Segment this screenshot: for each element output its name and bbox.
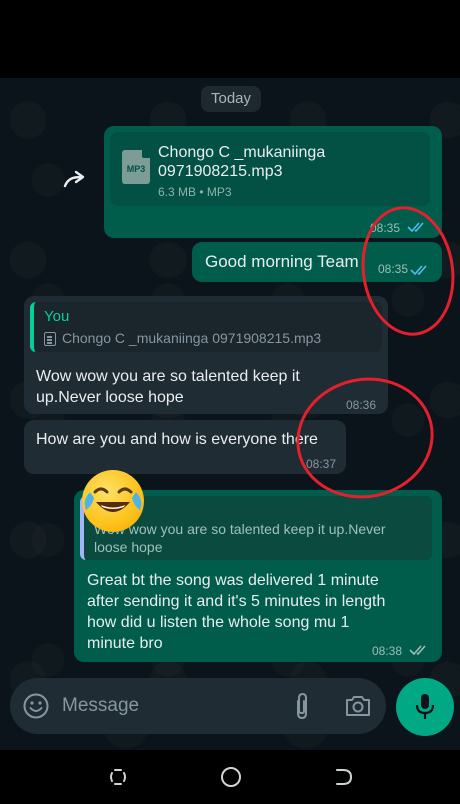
status-bar-area <box>0 0 460 78</box>
file-type-badge: MP3 <box>126 164 146 174</box>
message-text-line: minute bro <box>87 635 163 652</box>
emoji-face-icon <box>84 487 142 512</box>
document-icon <box>44 332 56 346</box>
message-time: 08:38 <box>372 644 403 658</box>
audio-file-card[interactable]: MP3 Chongo C _mukaniinga 0971908215.mp3 … <box>110 132 430 206</box>
camera-icon[interactable] <box>344 694 372 718</box>
emoji-icon[interactable] <box>22 692 50 720</box>
date-chip: Today <box>201 86 261 112</box>
message-text-line: Great bt the song was delivered 1 minute <box>87 572 379 589</box>
message-text-line: after sending it and it's 5 minutes in l… <box>87 593 386 610</box>
message-input[interactable]: Message <box>62 695 139 717</box>
message-input-bar[interactable]: Message <box>10 678 386 734</box>
system-navigation-bar <box>0 750 460 804</box>
mic-icon <box>415 694 435 719</box>
file-name: Chongo C _mukaniinga 0971908215.mp3 <box>158 144 326 180</box>
message-text: How are you and how is everyone there <box>36 431 318 448</box>
tears-of-joy-emoji-icon <box>82 470 144 532</box>
quoted-message[interactable]: You Chongo C _mukaniinga 0971908215.mp3 <box>30 302 382 352</box>
quote-text-line: loose hope <box>94 539 163 555</box>
message-text-line: how did u listen the whole song mu 1 <box>87 614 350 631</box>
back-icon[interactable] <box>332 765 356 789</box>
file-meta: 6.3 MB • MP3 <box>158 185 232 199</box>
mp3-file-icon: MP3 <box>122 150 150 184</box>
double-check-icon <box>409 645 426 656</box>
chat-area[interactable]: Today MP3 Chongo C _mukaniinga 097190821… <box>0 78 460 750</box>
message-text-line: up.Never loose hope <box>36 389 184 406</box>
mic-button[interactable] <box>396 678 454 736</box>
quote-author: You <box>44 308 70 325</box>
attach-icon[interactable] <box>292 691 312 721</box>
message-text: Good morning Team <box>205 252 359 271</box>
recents-icon[interactable] <box>106 765 130 789</box>
home-icon[interactable] <box>219 765 243 789</box>
quote-text: Chongo C _mukaniinga 0971908215.mp3 <box>62 330 322 346</box>
message-text-line: Wow wow you are so talented keep it <box>36 368 300 385</box>
forward-icon[interactable] <box>60 168 90 192</box>
